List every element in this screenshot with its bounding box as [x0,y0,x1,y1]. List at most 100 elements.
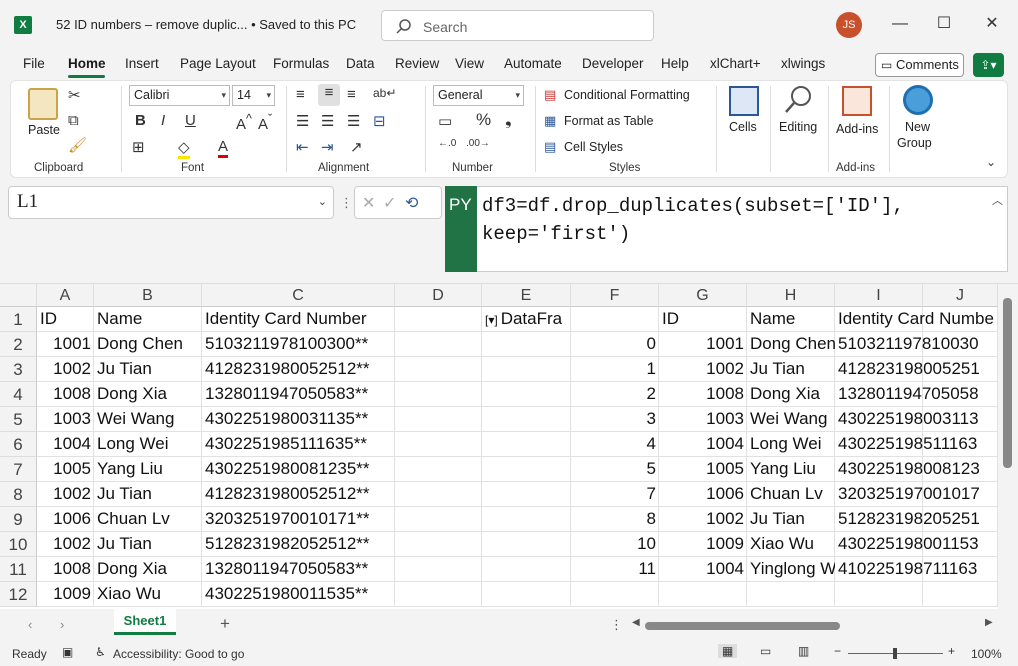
add-ins-icon[interactable] [842,86,872,116]
column-header[interactable]: G [659,284,747,307]
row-header[interactable]: 1 [0,307,37,332]
table-cell[interactable]: 4128231980052512** [202,357,395,382]
row-header[interactable]: 2 [0,332,37,357]
ribbon-expand-icon[interactable]: ⌄ [986,155,996,169]
grid-cell[interactable] [659,582,747,607]
more-options-icon[interactable]: ⋮ [340,195,353,211]
fill-color-icon[interactable]: ◇ [178,138,190,159]
wrap-text-icon[interactable]: ab↵ [373,86,396,100]
scroll-left-icon[interactable]: ◀ [632,617,640,628]
table-cell[interactable]: Ju Tian [94,357,202,382]
table-cell[interactable]: 1009 [37,582,94,607]
insert-function-icon[interactable]: ⟲ [405,193,418,213]
tab-data[interactable]: Data [346,56,375,71]
table-cell[interactable]: 1006 [37,507,94,532]
new-group-label-1[interactable]: New [905,120,930,134]
table-cell[interactable]: 5128231982052512** [202,532,395,557]
table-cell[interactable]: Dong Xia [94,557,202,582]
collapse-formula-icon[interactable]: ︿ [992,192,1003,208]
table-cell[interactable]: Yang Liu [94,457,202,482]
copy-icon[interactable]: ⧉ [68,112,79,129]
grid-cell[interactable] [395,382,482,407]
accessibility-icon[interactable]: ♿ [95,645,106,659]
prev-sheet-icon[interactable]: ‹ [28,617,32,632]
table-cell[interactable]: 1003 [37,407,94,432]
decrease-decimal-icon[interactable]: .00→ [466,138,490,149]
align-center-icon[interactable]: ☰ [321,112,334,130]
document-title[interactable]: 52 ID numbers – remove duplic... • Saved… [56,17,356,32]
grid-cell[interactable] [923,582,998,607]
table-cell[interactable]: 4302251980081235** [202,457,395,482]
cut-icon[interactable]: ✂ [68,86,81,104]
tab-xlwings[interactable]: xlwings [781,56,825,71]
underline-icon[interactable]: U [185,112,196,129]
tab-insert[interactable]: Insert [125,56,159,71]
grid-cell[interactable] [395,482,482,507]
add-sheet-icon[interactable]: + [220,614,230,634]
cancel-icon[interactable]: ✕ [362,193,375,213]
align-left-icon[interactable]: ☰ [296,112,309,130]
grid-cell[interactable] [482,432,571,457]
conditional-formatting-button[interactable]: Conditional Formatting [564,88,690,102]
paste-label[interactable]: Paste [28,123,60,137]
grid-cell[interactable] [571,582,659,607]
table-cell[interactable]: Ju Tian [94,532,202,557]
zoom-level[interactable]: 100% [971,647,1002,661]
macro-record-icon[interactable]: ▣ [62,645,73,659]
row-header[interactable]: 7 [0,457,37,482]
orientation-icon[interactable]: ↗ [350,138,363,156]
python-dataframe-cell[interactable]: [▾] DataFra [482,307,571,332]
accessibility-status[interactable]: Accessibility: Good to go [113,647,244,661]
horizontal-scrollbar-thumb[interactable] [645,622,840,630]
table-cell[interactable]: 1008 [37,557,94,582]
grid-cell[interactable] [747,582,835,607]
merge-center-icon[interactable]: ⊟ [373,112,386,130]
search-box[interactable]: Search [381,10,654,41]
format-as-table-button[interactable]: Format as Table [564,114,653,128]
table-cell[interactable]: 1328011947050583** [202,382,395,407]
table-cell[interactable]: 3203251970010171** [202,507,395,532]
tab-view[interactable]: View [455,56,484,71]
row-header[interactable]: 5 [0,407,37,432]
grid-cell[interactable] [395,307,482,332]
grid-cell[interactable] [395,582,482,607]
table-cell[interactable]: 5103211978100300** [202,332,395,357]
grid-cell[interactable] [395,532,482,557]
table-cell[interactable]: 4302251985111635** [202,432,395,457]
column-header[interactable]: E [482,284,571,307]
dataframe-card-icon[interactable]: [▾] [485,313,498,327]
grid-cell[interactable] [482,532,571,557]
align-top-icon[interactable]: ≡ [296,86,305,103]
page-break-view-icon[interactable]: ▥ [798,644,809,658]
decrease-indent-icon[interactable]: ⇤ [296,138,309,156]
table-cell[interactable]: Chuan Lv [94,507,202,532]
align-right-icon[interactable]: ☰ [347,112,360,130]
table-cell[interactable]: 4302251980011535** [202,582,395,607]
font-name-select[interactable]: Calibri ▾ [129,85,230,106]
format-painter-icon[interactable]: 🖌 [68,136,87,154]
column-header[interactable]: D [395,284,482,307]
table-cell[interactable]: Dong Xia [94,382,202,407]
tab-file[interactable]: File [23,56,45,71]
row-header[interactable]: 10 [0,532,37,557]
grid-cell[interactable] [395,557,482,582]
tab-review[interactable]: Review [395,56,439,71]
grid-cell[interactable] [395,457,482,482]
table-cell[interactable]: Wei Wang [94,407,202,432]
tab-page-layout[interactable]: Page Layout [180,56,256,71]
grid-cell[interactable] [482,407,571,432]
more-options-icon[interactable]: ⋮ [610,617,623,633]
grid-cell[interactable] [482,582,571,607]
avatar[interactable]: JS [836,12,862,38]
column-header[interactable]: B [94,284,202,307]
scroll-right-icon[interactable]: ▶ [985,617,993,628]
spreadsheet-grid[interactable]: A B C D E F G H I J 1 2 3 4 5 6 7 8 9 10 11 12 ID Name Identity … [0,283,1018,610]
column-header[interactable]: I [835,284,923,307]
grid-cell[interactable] [482,557,571,582]
bold-icon[interactable]: B [135,112,146,129]
row-header[interactable]: 6 [0,432,37,457]
grid-cell[interactable] [395,507,482,532]
table-cell[interactable]: Dong Chen [94,332,202,357]
table-cell[interactable]: 1008 [37,382,94,407]
table-cell[interactable]: 1004 [37,432,94,457]
